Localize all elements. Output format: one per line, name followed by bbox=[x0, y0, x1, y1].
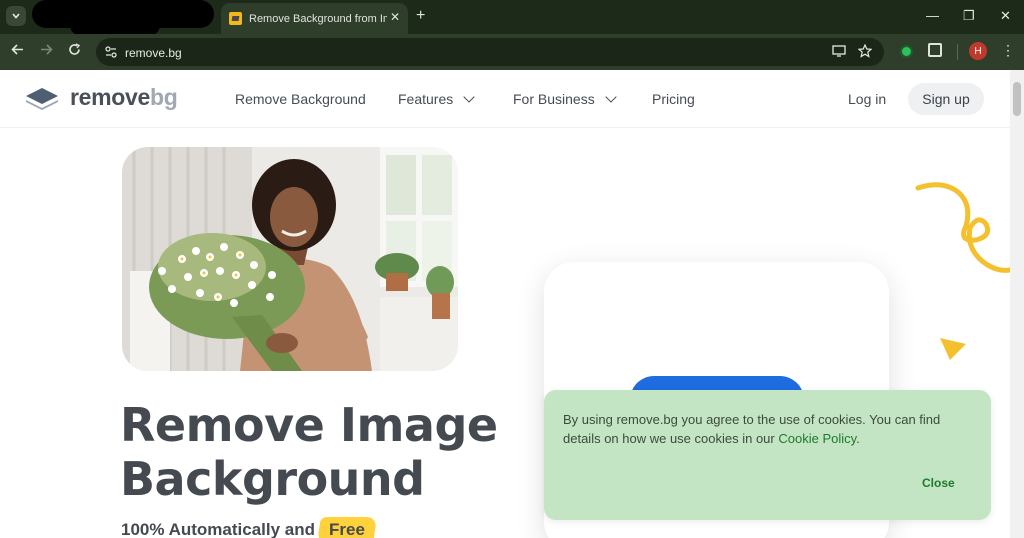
headline-line-2: Background bbox=[120, 452, 425, 506]
tab-title: Remove Background from Imag bbox=[249, 12, 387, 25]
yellow-squiggle-decoration bbox=[915, 182, 1010, 273]
cookie-message: By using remove.bg you agree to the use … bbox=[563, 410, 973, 448]
url-text[interactable]: remove.bg bbox=[125, 46, 182, 60]
redacted-region bbox=[70, 14, 160, 36]
cookie-text-after: . bbox=[856, 431, 860, 446]
window-close-button[interactable]: ✕ bbox=[1000, 8, 1011, 24]
nav-for-business-label: For Business bbox=[513, 91, 595, 107]
signup-button[interactable]: Sign up bbox=[908, 83, 984, 115]
nav-features-label: Features bbox=[398, 91, 454, 107]
nav-for-business[interactable]: For Business bbox=[513, 90, 617, 107]
toolbar-divider bbox=[957, 44, 958, 60]
browser-toolbar: remove.bg H ⋮ bbox=[0, 34, 1024, 70]
page-scrollbar[interactable] bbox=[1010, 70, 1024, 538]
forward-arrow-icon[interactable] bbox=[40, 43, 53, 59]
login-link[interactable]: Log in bbox=[848, 91, 886, 107]
tab-search-button[interactable] bbox=[6, 6, 26, 26]
window-restore-button[interactable]: ❐ bbox=[963, 8, 975, 24]
reload-icon[interactable] bbox=[68, 43, 81, 59]
chevron-down-icon bbox=[463, 90, 475, 103]
yellow-triangle-decoration bbox=[940, 338, 966, 360]
removebg-favicon-icon bbox=[229, 12, 242, 25]
free-highlight: Free bbox=[323, 519, 371, 538]
chevron-down-icon bbox=[605, 90, 617, 103]
hero-headline: Remove Image Background bbox=[120, 398, 498, 506]
chevron-down-icon bbox=[12, 13, 20, 19]
nav-remove-background[interactable]: Remove Background bbox=[235, 91, 366, 107]
cookie-policy-link[interactable]: Cookie Policy bbox=[778, 431, 856, 446]
active-tab[interactable]: Remove Background from Imag ✕ bbox=[221, 3, 408, 34]
removebg-logo-icon[interactable] bbox=[24, 86, 60, 112]
cookie-consent-banner: By using remove.bg you agree to the use … bbox=[544, 390, 991, 520]
nav-features[interactable]: Features bbox=[398, 90, 475, 107]
browser-tab-strip: Remove Background from Imag ✕ + — ❐ ✕ bbox=[0, 0, 1024, 36]
headline-line-1: Remove Image bbox=[120, 398, 498, 452]
new-tab-button[interactable]: + bbox=[416, 7, 425, 25]
logo-accent-text: bg bbox=[150, 84, 178, 110]
bookmark-star-icon[interactable] bbox=[857, 43, 873, 61]
nav-remove-background-label: Remove Background bbox=[235, 91, 366, 107]
hero-image bbox=[122, 147, 458, 371]
subheading-text: 100% Automatically and bbox=[121, 520, 315, 538]
scrollbar-thumb[interactable] bbox=[1013, 82, 1021, 116]
page-viewport: removebg Remove Background Features For … bbox=[0, 70, 1010, 538]
logo-main-text: remove bbox=[70, 84, 151, 110]
cookie-text-before: By using remove.bg you agree to the use … bbox=[563, 412, 941, 446]
nav-pricing-label: Pricing bbox=[652, 91, 695, 107]
extensions-puzzle-icon[interactable] bbox=[928, 43, 942, 57]
address-bar[interactable]: remove.bg bbox=[96, 38, 884, 66]
hero-subheading: 100% Automatically and Free bbox=[121, 519, 371, 538]
cookie-close-button[interactable]: Close bbox=[922, 476, 955, 490]
site-header: removebg Remove Background Features For … bbox=[0, 70, 1010, 128]
profile-avatar[interactable]: H bbox=[969, 42, 987, 60]
install-app-icon[interactable] bbox=[832, 44, 846, 61]
extension-icon[interactable] bbox=[900, 45, 913, 58]
tab-close-icon[interactable]: ✕ bbox=[390, 10, 400, 24]
site-info-icon[interactable] bbox=[104, 45, 118, 59]
browser-menu-icon[interactable]: ⋮ bbox=[1001, 42, 1015, 59]
window-minimize-button[interactable]: — bbox=[926, 8, 939, 23]
back-arrow-icon[interactable] bbox=[11, 43, 24, 59]
logo-wordmark[interactable]: removebg bbox=[70, 84, 178, 111]
nav-pricing[interactable]: Pricing bbox=[652, 91, 695, 107]
